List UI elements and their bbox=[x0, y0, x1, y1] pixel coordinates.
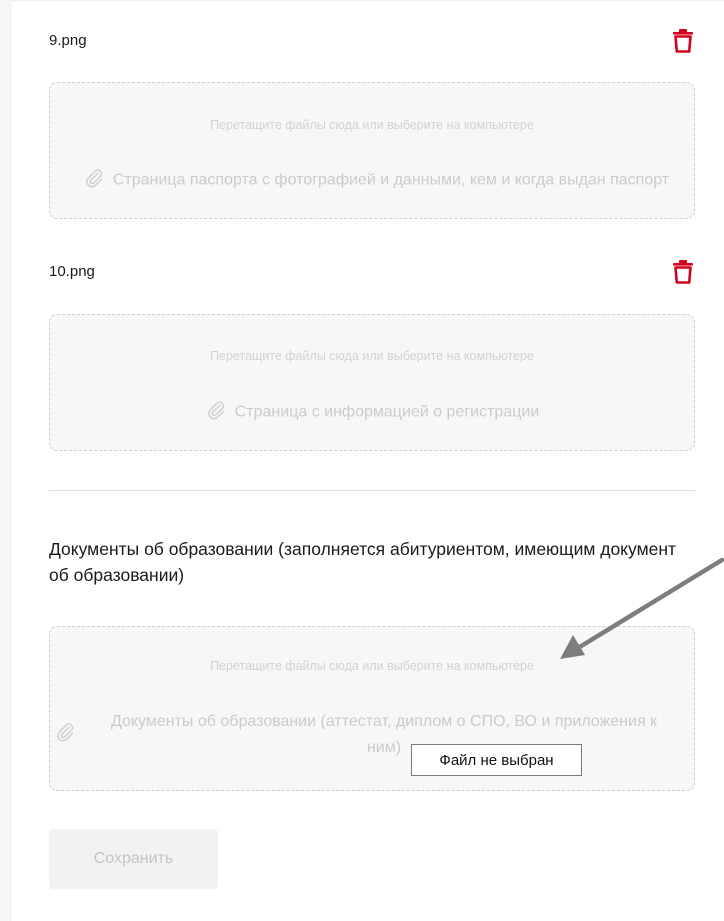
trash-icon[interactable] bbox=[672, 260, 694, 284]
dropzone-caption-line-2: ним) bbox=[366, 739, 402, 756]
file-not-selected-tooltip: Файл не выбран bbox=[411, 744, 582, 776]
drop-hint: Перетащите файлы сюда или выберите на ко… bbox=[210, 349, 534, 363]
drop-hint: Перетащите файлы сюда или выберите на ко… bbox=[210, 659, 534, 673]
file-dropzone-registration[interactable]: Перетащите файлы сюда или выберите на ко… bbox=[49, 314, 695, 451]
paperclip-icon bbox=[205, 399, 227, 426]
save-button[interactable]: Сохранить bbox=[49, 829, 218, 889]
file-name-1: 9.png bbox=[49, 32, 87, 49]
dropzone-caption: Страница с информацией о регистрации bbox=[50, 399, 694, 426]
dropzone-caption-line-1: Документы об образовании (аттестат, дипл… bbox=[110, 713, 658, 730]
dropzone-caption: Страница паспорта с фотографией и данным… bbox=[50, 167, 694, 194]
dropzone-caption-text: Страница паспорта с фотографией и данным… bbox=[112, 171, 670, 189]
drop-hint: Перетащите файлы сюда или выберите на ко… bbox=[210, 118, 534, 132]
section-title-education: Документы об образовании (заполняется аб… bbox=[49, 539, 677, 585]
dropzone-caption-text: Страница с информацией о регистрации bbox=[234, 403, 540, 421]
file-name-2: 10.png bbox=[49, 263, 95, 280]
file-dropzone-passport[interactable]: Перетащите файлы сюда или выберите на ко… bbox=[49, 82, 695, 219]
trash-icon[interactable] bbox=[672, 29, 694, 53]
file-dropzone-education[interactable]: Перетащите файлы сюда или выберите на ко… bbox=[49, 626, 695, 791]
section-divider bbox=[49, 490, 695, 491]
paperclip-icon bbox=[83, 167, 105, 194]
left-margin-strip bbox=[0, 0, 12, 921]
top-divider bbox=[12, 0, 724, 1]
